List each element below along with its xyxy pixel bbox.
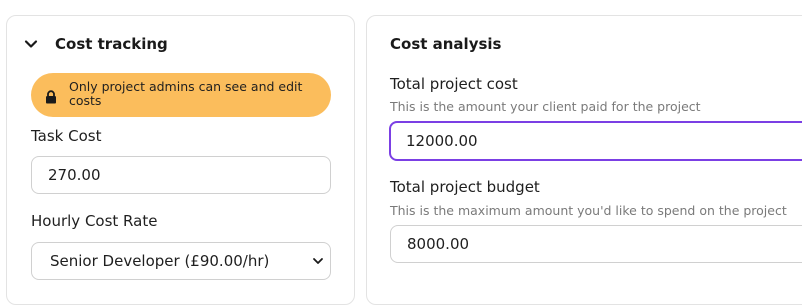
cost-analysis-title: Cost analysis	[390, 35, 502, 53]
total-project-budget-input[interactable]: 8000.00	[390, 225, 802, 263]
cost-analysis-heading: Cost analysis	[390, 35, 501, 53]
total-project-cost-input[interactable]: 12000.00	[389, 121, 802, 161]
admin-only-notice: Only project admins can see and edit cos…	[31, 73, 331, 117]
hourly-rate-selected: Senior Developer (£90.00/hr)	[50, 252, 270, 270]
total-project-cost-label: Total project cost	[390, 75, 518, 93]
total-project-cost-help: This is the amount your client paid for …	[390, 99, 701, 114]
cost-analysis-panel: Cost analysis Total project cost This is…	[366, 15, 802, 305]
cost-tracking-panel: Cost tracking Only project admins can se…	[6, 15, 355, 305]
cost-tracking-title: Cost tracking	[55, 35, 168, 53]
chevron-down-icon	[313, 258, 323, 264]
task-cost-label: Task Cost	[31, 127, 102, 145]
total-project-budget-help: This is the maximum amount you'd like to…	[390, 203, 787, 218]
hourly-rate-select[interactable]: Senior Developer (£90.00/hr)	[31, 242, 331, 280]
task-cost-input[interactable]: 270.00	[31, 156, 331, 194]
total-project-budget-label: Total project budget	[390, 178, 540, 196]
admin-notice-text: Only project admins can see and edit cos…	[69, 79, 303, 108]
lock-icon	[46, 90, 56, 104]
hourly-rate-label: Hourly Cost Rate	[31, 212, 158, 230]
cost-tracking-toggle[interactable]: Cost tracking	[24, 35, 168, 53]
chevron-down-icon	[24, 40, 38, 48]
